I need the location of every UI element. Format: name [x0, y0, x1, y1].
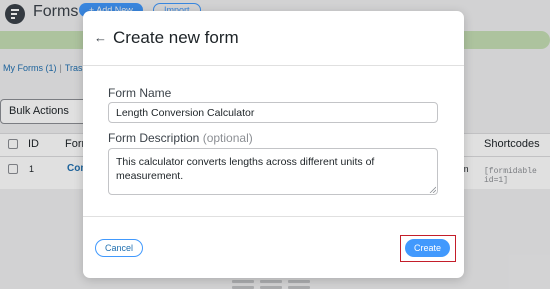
modal-footer: Cancel Create	[83, 216, 464, 278]
create-form-modal: ← Create new form Form Name Form Descrip…	[83, 11, 464, 278]
form-description-label-text: Form Description	[108, 131, 200, 145]
modal-title: Create new form	[113, 28, 239, 47]
form-name-input[interactable]	[108, 102, 438, 123]
form-name-label: Form Name	[108, 86, 172, 100]
form-description-textarea[interactable]: This calculator converts lengths across …	[108, 148, 438, 195]
create-button[interactable]: Create	[405, 239, 450, 257]
form-description-label: Form Description (optional)	[108, 131, 253, 145]
resize-grip-icon[interactable]	[429, 186, 436, 193]
cancel-button[interactable]: Cancel	[95, 239, 143, 257]
optional-hint: (optional)	[202, 131, 253, 145]
modal-header: ← Create new form	[83, 11, 464, 66]
back-arrow-icon[interactable]: ←	[94, 29, 108, 47]
